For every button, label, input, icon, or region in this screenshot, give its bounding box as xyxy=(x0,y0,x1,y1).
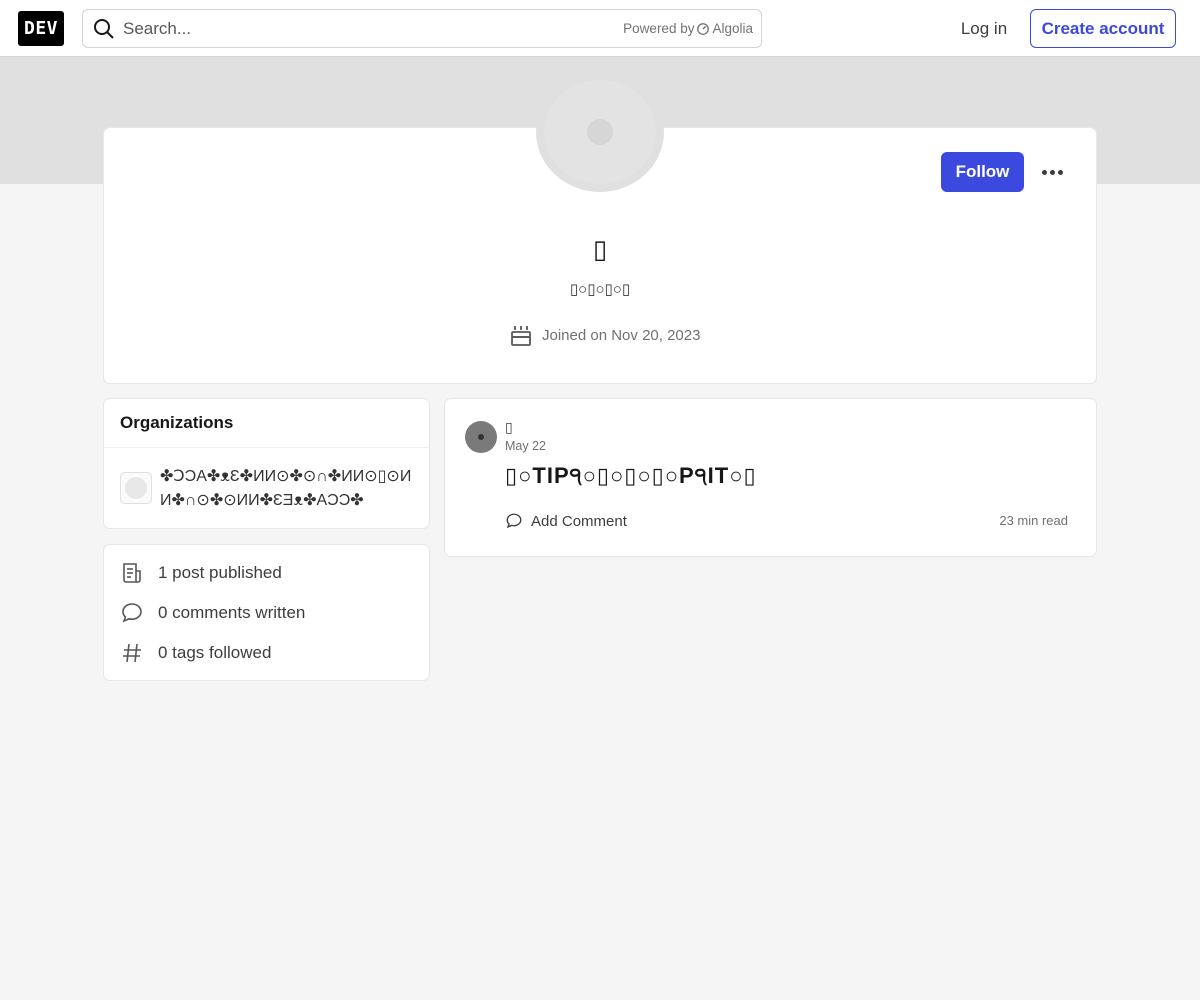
post-date[interactable]: May 22 xyxy=(505,439,546,453)
stat-label: 0 comments written xyxy=(158,603,306,622)
more-options-button[interactable] xyxy=(1034,156,1070,188)
dot-icon xyxy=(1041,169,1047,175)
organizations-title: Organizations xyxy=(120,413,234,432)
read-time: 23 min read xyxy=(999,513,1068,528)
joined-label: Joined on Nov 20, 2023 xyxy=(542,326,701,344)
post-title[interactable]: ▯○TIP੧○▯○▯○▯○P੧IT○▯ xyxy=(505,463,757,489)
post-author[interactable]: ▯ xyxy=(505,419,513,436)
cake-icon xyxy=(511,326,531,346)
organization-logo[interactable] xyxy=(120,472,152,504)
profile-name: ▯ xyxy=(592,234,608,264)
profile-bio: ▯○▯○▯○▯ xyxy=(569,281,631,298)
hashtag-icon xyxy=(123,643,141,663)
stats-card: 1 post published 0 comments written 0 ta… xyxy=(103,544,430,681)
add-comment-button[interactable]: Add Comment xyxy=(505,507,627,535)
search-box[interactable]: Powered by Algolia xyxy=(82,9,762,48)
stat-comments: 0 comments written xyxy=(120,601,305,625)
avatar-dot xyxy=(478,434,484,440)
dev-logo[interactable]: DEV xyxy=(18,11,64,46)
dot-icon xyxy=(1057,169,1063,175)
stat-tags: 0 tags followed xyxy=(120,641,271,665)
stat-label: 1 post published xyxy=(158,563,282,582)
profile-avatar xyxy=(536,72,664,192)
avatar-placeholder xyxy=(587,119,613,145)
organization-logo-placeholder xyxy=(125,477,147,499)
dot-icon xyxy=(1049,169,1055,175)
comment-icon xyxy=(506,513,522,529)
add-comment-label: Add Comment xyxy=(531,512,627,530)
divider xyxy=(104,447,429,448)
comment-icon xyxy=(122,603,142,623)
stat-posts: 1 post published xyxy=(120,561,282,585)
search-icon xyxy=(94,19,114,39)
top-navigation-bar: DEV Powered by Algolia Log in Create acc… xyxy=(0,0,1200,57)
joined-date: Joined on Nov 20, 2023 xyxy=(510,323,700,347)
algolia-icon xyxy=(697,22,710,35)
search-input[interactable] xyxy=(123,12,603,45)
organizations-card: Organizations ✤ↃƆA✤ᴥƐ✤ИИ⊙✤⊙∩✤ИИ⊙▯⊙ИИ✤∩⊙✤… xyxy=(103,398,430,529)
organization-name[interactable]: ✤ↃƆA✤ᴥƐ✤ИИ⊙✤⊙∩✤ИИ⊙▯⊙ИИ✤∩⊙✤⊙ИИ✤ƐƎᴥ✤AƆƆ✤ xyxy=(160,465,415,513)
login-link[interactable]: Log in xyxy=(945,9,1023,48)
author-avatar[interactable] xyxy=(465,421,497,453)
algolia-label: Algolia xyxy=(712,21,753,36)
stat-label: 0 tags followed xyxy=(158,643,272,662)
powered-by-label: Powered by xyxy=(623,21,695,36)
create-account-button[interactable]: Create account xyxy=(1030,9,1176,48)
post-card[interactable]: ▯ May 22 ▯○TIP੧○▯○▯○▯○P੧IT○▯ Add Comment… xyxy=(444,398,1097,557)
follow-button[interactable]: Follow xyxy=(941,152,1024,192)
post-icon xyxy=(123,563,141,583)
powered-by-algolia[interactable]: Powered by Algolia xyxy=(623,21,753,36)
